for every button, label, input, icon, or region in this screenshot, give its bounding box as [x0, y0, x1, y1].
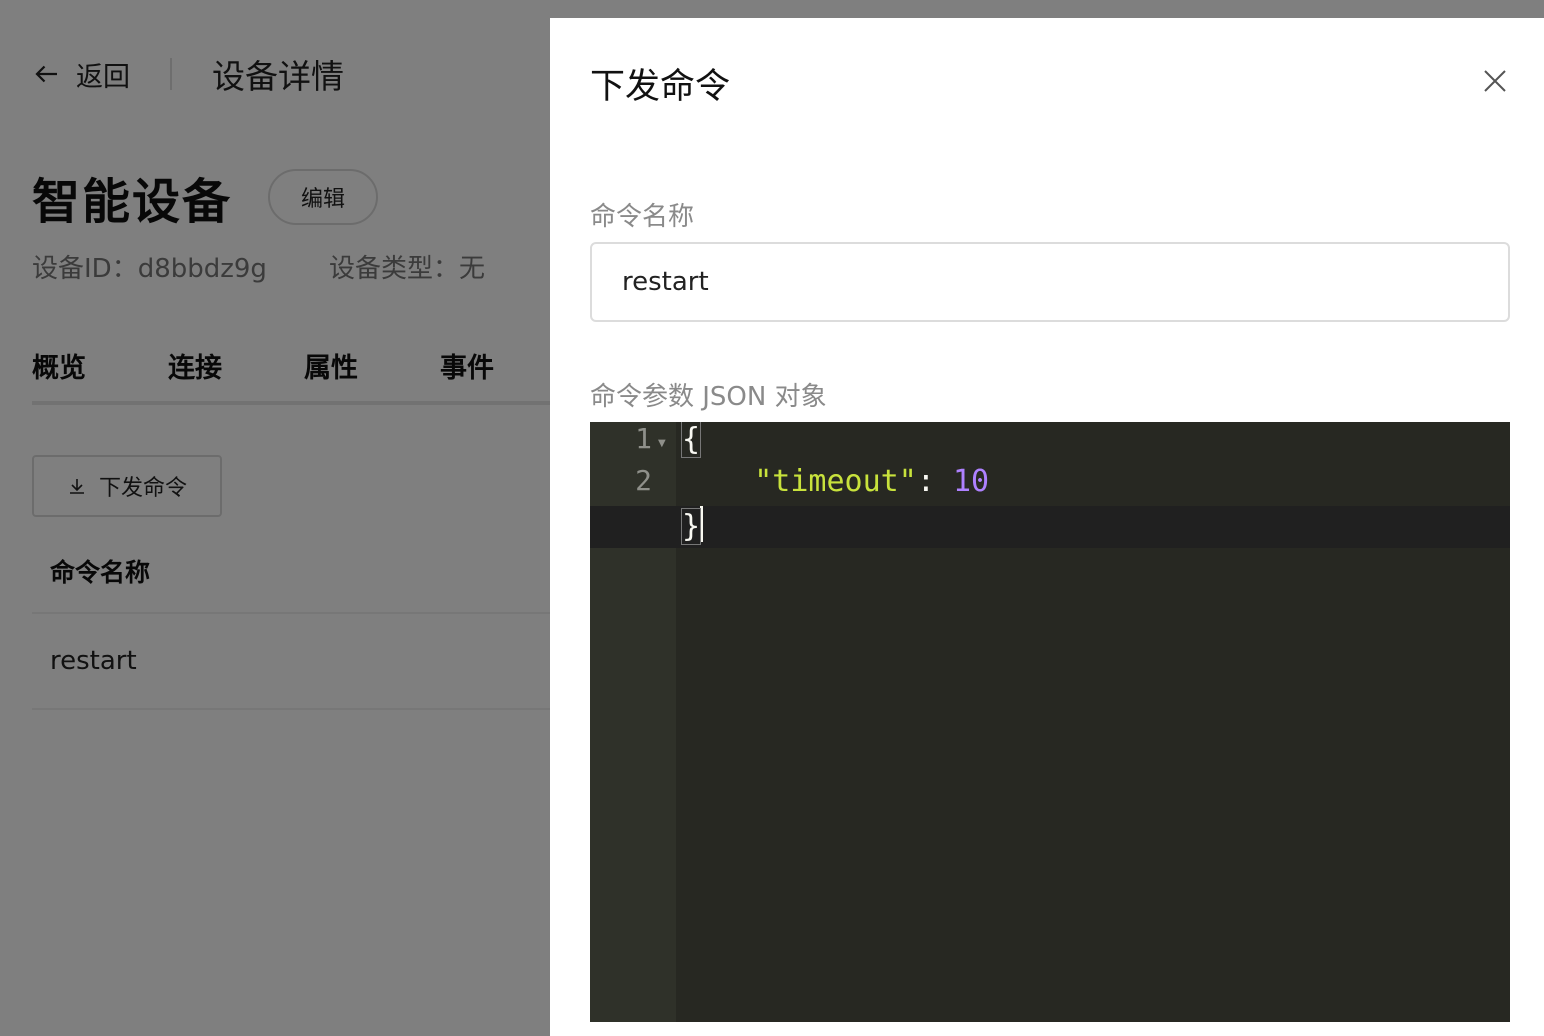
code-line-1: { [680, 422, 702, 458]
code-brace-open: { [680, 422, 702, 458]
code-key: "timeout" [754, 464, 917, 499]
line-number: 2 [635, 464, 652, 497]
command-name-label: 命令名称 [590, 202, 695, 232]
page: 返回 设备详情 智能设备 编辑 设备ID：d8bbdz9g 设备类型：无 概览 … [0, 0, 1544, 1036]
code-line-3: } [680, 506, 704, 545]
command-name-input[interactable] [590, 242, 1510, 322]
active-line-highlight [590, 506, 1510, 548]
json-editor[interactable]: 1 2 3 ▼ { "timeout": 10 } [590, 422, 1510, 1022]
code-value: 10 [952, 464, 990, 499]
code-colon: : [916, 464, 953, 499]
issue-command-drawer: 下发命令 命令名称 命令参数 JSON 对象 1 2 3 ▼ { "timeou… [550, 18, 1544, 1036]
code-line-2: "timeout": 10 [682, 464, 989, 499]
drawer-title: 下发命令 [590, 67, 731, 107]
close-icon[interactable] [1482, 68, 1508, 94]
line-number: 1 [635, 422, 652, 455]
code-brace-close: } [680, 508, 702, 545]
fold-arrow-icon[interactable]: ▼ [658, 438, 666, 449]
command-params-label: 命令参数 JSON 对象 [590, 382, 827, 412]
text-cursor [700, 506, 704, 542]
